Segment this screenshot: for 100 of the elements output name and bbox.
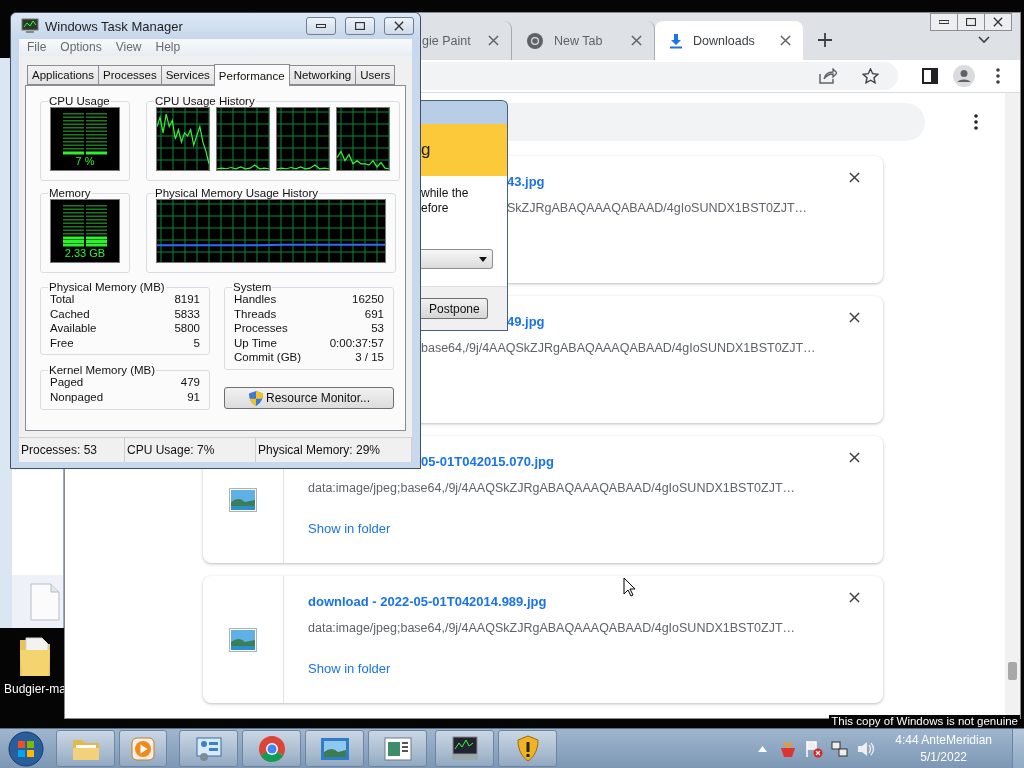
image-file-icon bbox=[229, 627, 257, 652]
tab[interactable]: Performance bbox=[213, 64, 290, 86]
stat-value: 91 bbox=[187, 390, 200, 405]
browser-tab[interactable]: Downloads bbox=[655, 21, 803, 60]
flag-error-icon bbox=[805, 739, 824, 758]
stat-value: 3 / 15 bbox=[355, 351, 384, 365]
file-url: base64,/9j/4AAQSkZJRgABAQAAAQABAAD/4gIoSUNDX1BST0ZJT… bbox=[421, 341, 816, 355]
network-icon bbox=[831, 739, 850, 758]
status-text: Physical Memory: 29% bbox=[256, 438, 412, 462]
stat-label: Threads bbox=[234, 307, 277, 322]
tab[interactable]: Processes bbox=[98, 65, 162, 85]
dialog-message: while the bbox=[421, 186, 470, 201]
show-in-folder-link[interactable]: Show in folder bbox=[308, 521, 391, 536]
shield-icon bbox=[247, 389, 264, 407]
maximize-icon bbox=[966, 18, 976, 26]
menu-item[interactable]: Help bbox=[149, 39, 187, 56]
postpone-button[interactable]: Postpone bbox=[421, 298, 488, 319]
resource-monitor-button[interactable]: Resource Monitor... bbox=[224, 387, 394, 409]
image-file-icon bbox=[229, 487, 257, 512]
browser-tab[interactable]: gie Paint bbox=[422, 21, 512, 60]
close-icon bbox=[394, 21, 404, 31]
start-button[interactable] bbox=[6, 729, 46, 768]
maximize-button[interactable] bbox=[345, 17, 375, 35]
minimize-button[interactable] bbox=[306, 17, 336, 35]
maximize-icon bbox=[355, 22, 365, 30]
chevron-down-icon bbox=[978, 36, 990, 44]
file-name-link[interactable]: download - 2022-05-01T042014.989.jpg bbox=[308, 594, 547, 609]
folder-icon bbox=[18, 634, 52, 678]
tab[interactable]: Networking bbox=[288, 65, 357, 85]
minimize-button[interactable] bbox=[930, 13, 958, 31]
group-title: Memory bbox=[48, 187, 92, 199]
group-title: Physical Memory Usage History bbox=[154, 187, 319, 199]
close-button[interactable] bbox=[384, 17, 414, 35]
start-orb-icon bbox=[8, 730, 44, 767]
cpu-history-graph bbox=[276, 107, 330, 171]
desktop-icon-label[interactable]: Budgier-ma bbox=[4, 682, 66, 696]
close-button[interactable] bbox=[984, 13, 1012, 31]
stat-label: Up Time bbox=[234, 336, 277, 351]
group-title: CPU Usage bbox=[48, 95, 111, 107]
stat-value: 16250 bbox=[352, 293, 384, 307]
monitor-icon bbox=[449, 735, 480, 762]
photo-viewer-icon bbox=[319, 736, 350, 761]
minimize-icon bbox=[316, 24, 326, 28]
dialog-message: efore bbox=[421, 201, 450, 216]
close-icon bbox=[631, 35, 642, 46]
stat-label: Processes bbox=[234, 322, 288, 336]
menu-item[interactable]: File bbox=[21, 39, 53, 56]
show-in-folder-link[interactable]: Show in folder bbox=[308, 661, 391, 676]
file-url: data:image/jpeg;base64,/9j/4AAQSkZJRgABAQAAAQABAAD/4gIoSUNDX1BST0ZJT… bbox=[308, 481, 796, 495]
side-panel-icon bbox=[922, 68, 938, 84]
genuine-notice: This copy of Windows is not genuine bbox=[829, 715, 1020, 728]
window-title: Windows Task Manager bbox=[45, 18, 184, 34]
download-icon bbox=[669, 32, 683, 49]
plus-icon bbox=[818, 33, 832, 47]
profile-button[interactable] bbox=[950, 62, 978, 90]
tab[interactable]: Users bbox=[355, 65, 396, 85]
tab[interactable]: Applications bbox=[27, 65, 99, 85]
star-icon bbox=[861, 68, 879, 84]
dropdown[interactable] bbox=[421, 249, 493, 269]
more-vertical-icon bbox=[974, 114, 978, 130]
browser-tab[interactable]: New Tab bbox=[512, 21, 655, 60]
file-url: SkZJRgABAQAAAQABAAD/4gIoSUNDX1BST0ZJT… bbox=[507, 201, 808, 215]
stat-label: Free bbox=[50, 336, 74, 351]
warning-shield-icon bbox=[515, 734, 540, 763]
browser-logo-icon bbox=[257, 734, 286, 763]
stat-value: 53 bbox=[371, 322, 384, 336]
close-icon bbox=[849, 592, 860, 603]
app-icon bbox=[779, 739, 798, 758]
file-icon bbox=[30, 582, 60, 621]
document-icon bbox=[383, 736, 412, 761]
stat-label: Handles bbox=[234, 293, 277, 307]
status-text: Processes: 53 bbox=[19, 438, 125, 462]
browser-logo-icon bbox=[526, 31, 544, 50]
show-desktop-button[interactable] bbox=[1012, 728, 1024, 768]
group-title: CPU Usage History bbox=[154, 95, 256, 107]
dialog-title: g bbox=[421, 140, 431, 160]
maximize-button[interactable] bbox=[957, 13, 985, 31]
group-title: Physical Memory (MB) bbox=[48, 281, 166, 293]
file-name-link[interactable]: 43.jpg bbox=[507, 174, 545, 189]
tab[interactable]: Services bbox=[160, 65, 215, 85]
scrollbar[interactable] bbox=[1005, 93, 1020, 718]
status-text: CPU Usage: 7% bbox=[125, 438, 256, 462]
file-name-link[interactable]: 05-01T042015.070.jpg bbox=[421, 454, 554, 469]
stat-label: Nonpaged bbox=[50, 390, 104, 405]
file-name-link[interactable]: 49.jpg bbox=[507, 314, 545, 329]
share-icon bbox=[819, 68, 837, 84]
meter-reading: 7 % bbox=[75, 155, 95, 167]
close-icon bbox=[849, 452, 860, 463]
stat-value: 0:00:37:57 bbox=[329, 336, 384, 351]
close-icon bbox=[849, 172, 860, 183]
taskbar-button[interactable] bbox=[435, 730, 494, 767]
menu-item[interactable]: Options bbox=[54, 39, 108, 56]
close-icon bbox=[993, 17, 1003, 27]
menu-item[interactable]: View bbox=[109, 39, 148, 56]
dropdown-arrow-icon bbox=[479, 256, 487, 262]
stat-label: Total bbox=[50, 293, 75, 307]
stat-value: 479 bbox=[180, 376, 200, 390]
more-vertical-icon bbox=[996, 68, 1000, 84]
clock[interactable]: 4:44 AnteMeridian 5/1/2022 bbox=[889, 731, 998, 766]
cpu-history-graph bbox=[156, 107, 210, 171]
